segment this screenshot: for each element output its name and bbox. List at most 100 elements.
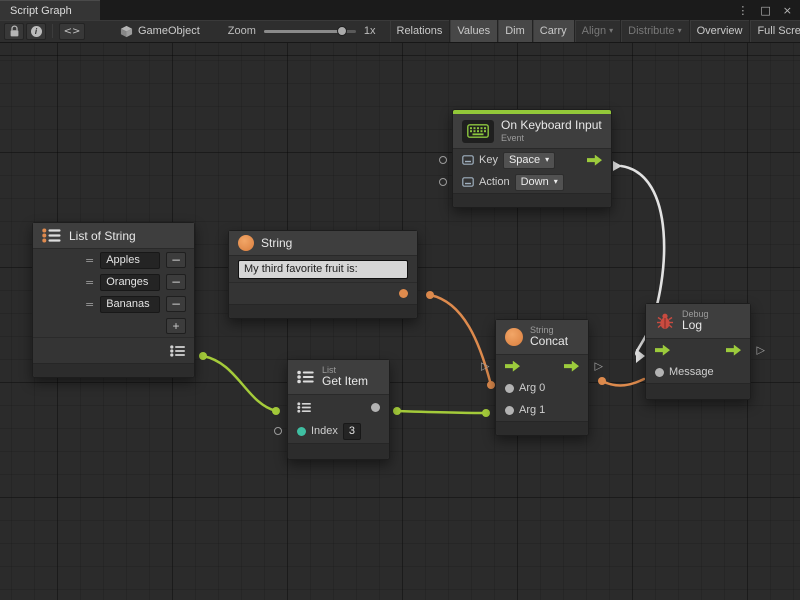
port-exit[interactable] <box>564 361 579 372</box>
zoom-label: Zoom <box>228 25 256 37</box>
values-button[interactable]: Values <box>450 20 498 42</box>
key-dropdown[interactable]: Space ▾ <box>503 152 555 169</box>
align-button[interactable]: Align ▾ <box>575 20 621 42</box>
list-item-row: = Oranges − <box>33 271 194 293</box>
string-type-icon <box>238 235 254 251</box>
port-list-input[interactable] <box>297 402 312 413</box>
fullscreen-button[interactable]: Full Screen <box>750 20 800 42</box>
graph-canvas[interactable]: On Keyboard Input Event Key Space ▾ <box>0 43 800 600</box>
drag-handle-icon[interactable]: = <box>85 298 94 311</box>
port-message-input[interactable] <box>655 368 664 377</box>
port-enter[interactable] <box>655 345 670 356</box>
index-type-dot <box>297 427 306 436</box>
port-exit-unconnected[interactable]: ▷ <box>595 361 603 372</box>
carry-button[interactable]: Carry <box>533 20 575 42</box>
lock-button[interactable] <box>4 23 24 40</box>
drag-handle-icon[interactable]: = <box>85 276 94 289</box>
node-on-keyboard-input[interactable]: On Keyboard Input Event Key Space ▾ <box>452 109 612 208</box>
relations-button[interactable]: Relations <box>390 20 451 42</box>
node-concat[interactable]: String Concat ▷ ▷ Arg 0 Arg 1 <box>495 319 589 436</box>
arg1-label: Arg 1 <box>519 404 545 416</box>
node-string-literal[interactable]: String My third favorite fruit is: <box>228 230 418 319</box>
port-index-input[interactable] <box>274 427 282 435</box>
action-label: Action <box>479 176 510 188</box>
remove-item-button[interactable]: − <box>166 252 186 268</box>
overview-button[interactable]: Overview <box>690 20 751 42</box>
keycap-icon <box>462 155 474 165</box>
port-trigger-output[interactable] <box>587 155 602 166</box>
node-title: Log <box>682 319 709 333</box>
node-header: On Keyboard Input Event <box>453 114 611 149</box>
wire-list-to-getitem[interactable] <box>199 352 280 415</box>
caret-down-icon: ▾ <box>609 27 613 35</box>
bug-icon <box>655 312 675 331</box>
node-title: On Keyboard Input <box>501 119 602 133</box>
port-exit-unconnected[interactable]: ▷ <box>757 345 765 356</box>
zoom-value: 1x <box>364 25 376 37</box>
wire-string-to-concat[interactable] <box>426 291 495 389</box>
port-item-output[interactable] <box>371 403 380 412</box>
string-value-field[interactable]: My third favorite fruit is: <box>238 260 408 279</box>
port-enter-unconnected[interactable]: ▷ <box>481 361 489 372</box>
tab-label: Script Graph <box>10 5 72 17</box>
index-field[interactable]: 3 <box>343 423 361 440</box>
gameobject-context[interactable]: GameObject <box>120 25 200 38</box>
zoom-slider[interactable] <box>264 30 356 33</box>
action-value: Down <box>521 176 549 189</box>
list-item-field[interactable]: Oranges <box>100 274 160 291</box>
window-menu-icon[interactable]: ⋮ <box>737 5 748 16</box>
node-footer <box>646 383 750 399</box>
port-arg1-input[interactable] <box>505 406 514 415</box>
list-item-field[interactable]: Apples <box>100 252 160 269</box>
drag-handle-icon[interactable]: = <box>85 254 94 267</box>
list-item-field[interactable]: Bananas <box>100 296 160 313</box>
arg0-label: Arg 0 <box>519 382 545 394</box>
node-header: String <box>229 231 417 256</box>
code-icon: <> <box>64 26 81 37</box>
list-icon <box>297 370 315 384</box>
port-key-input[interactable] <box>439 156 447 164</box>
node-footer <box>453 193 611 207</box>
dim-button[interactable]: Dim <box>498 20 533 42</box>
wire-concat-to-log[interactable] <box>598 377 644 385</box>
key-value: Space <box>509 154 540 167</box>
node-footer <box>496 421 588 435</box>
remove-item-button[interactable]: − <box>166 274 186 290</box>
string-type-icon <box>505 328 523 346</box>
zoom-control: Zoom 1x <box>228 25 376 37</box>
lock-icon <box>9 25 20 38</box>
keyboard-icon <box>462 120 494 143</box>
port-string-output[interactable] <box>399 289 408 298</box>
edit-code-button[interactable]: <> <box>59 23 85 40</box>
info-icon: i <box>31 26 42 37</box>
node-subtitle: Event <box>501 133 602 143</box>
node-list-of-string[interactable]: List of String = Apples − = Oranges − = … <box>32 222 195 378</box>
port-list-output[interactable] <box>170 345 186 357</box>
port-exit[interactable] <box>726 345 741 356</box>
node-title: Concat <box>530 335 568 349</box>
action-dropdown[interactable]: Down ▾ <box>515 174 564 191</box>
titlebar: Script Graph ⋮ □ × <box>0 0 800 20</box>
key-label: Key <box>479 154 498 166</box>
distribute-button[interactable]: Distribute ▾ <box>621 20 689 42</box>
wire-getitem-to-concat[interactable] <box>393 407 490 417</box>
list-item-row: = Apples − <box>33 249 194 271</box>
add-item-button[interactable]: + <box>166 318 186 334</box>
zoom-slider-thumb[interactable] <box>337 26 347 36</box>
port-enter[interactable] <box>505 361 520 372</box>
unity-cube-icon <box>120 25 133 38</box>
port-action-input[interactable] <box>439 178 447 186</box>
node-header: String Concat <box>496 320 588 355</box>
node-header: List Get Item <box>288 360 389 395</box>
tab-script-graph[interactable]: Script Graph <box>0 0 100 20</box>
close-window-icon[interactable]: × <box>783 5 792 16</box>
toolbar-separator <box>52 24 53 38</box>
port-arg0-input[interactable] <box>505 384 514 393</box>
node-get-item[interactable]: List Get Item Index 3 <box>287 359 390 460</box>
info-button[interactable]: i <box>26 23 46 40</box>
remove-item-button[interactable]: − <box>166 296 186 312</box>
restore-window-icon[interactable]: □ <box>760 5 770 16</box>
toolbar-buttons: Relations Values Dim Carry Align ▾ Distr… <box>390 20 800 42</box>
node-debug-log[interactable]: Debug Log ▷ Message <box>645 303 751 400</box>
caret-down-icon: ▾ <box>554 178 558 186</box>
